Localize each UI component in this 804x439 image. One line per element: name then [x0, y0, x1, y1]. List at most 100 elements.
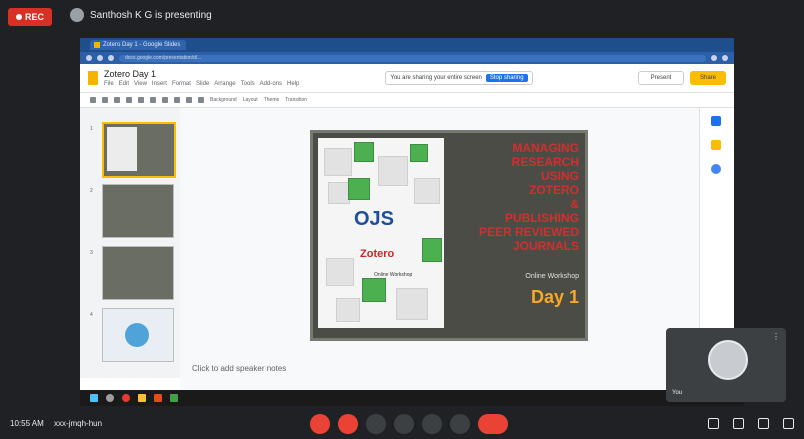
thumb-number: 4	[90, 312, 93, 318]
calendar-icon[interactable]	[711, 116, 721, 126]
windows-taskbar	[80, 390, 744, 406]
activities-icon[interactable]	[783, 418, 794, 429]
google-slides-logo-icon[interactable]	[88, 71, 98, 85]
self-avatar	[708, 340, 748, 380]
browser-tab[interactable]: Zotero Day 1 - Google Slides	[90, 40, 186, 50]
chat-icon[interactable]	[758, 418, 769, 429]
powerpoint-icon[interactable]	[154, 394, 162, 402]
title-line: PEER REVIEWED	[478, 225, 579, 239]
slide-canvas: OJS Zotero Online Workshop MANAGING RESE…	[180, 108, 700, 390]
select-icon[interactable]	[150, 97, 156, 103]
menu-bar: File Edit View Insert Format Slide Arran…	[104, 81, 299, 87]
share-button[interactable]: Share	[690, 71, 726, 85]
slide-cube-graphic: OJS Zotero Online Workshop	[318, 138, 444, 328]
captions-icon[interactable]	[366, 414, 386, 434]
meet-bottom-bar: 10:55 AM xxx-jmqh-hun	[0, 406, 804, 439]
self-view-name: You	[672, 390, 683, 396]
tasks-icon[interactable]	[711, 164, 721, 174]
menu-file[interactable]: File	[104, 81, 114, 87]
stop-sharing-button[interactable]: Stop sharing	[485, 74, 528, 82]
toolbar-background[interactable]: Background	[210, 97, 237, 103]
print-icon[interactable]	[126, 97, 132, 103]
reload-icon[interactable]	[108, 55, 114, 61]
back-icon[interactable]	[86, 55, 92, 61]
windows-start-icon[interactable]	[90, 394, 98, 402]
shape-icon[interactable]	[186, 97, 192, 103]
line-icon[interactable]	[198, 97, 204, 103]
more-icon[interactable]	[450, 414, 470, 434]
slides-favicon-icon	[94, 42, 100, 48]
share-banner-text: You are sharing your entire screen	[390, 75, 482, 81]
side-controls	[708, 418, 794, 429]
redo-icon[interactable]	[114, 97, 120, 103]
menu-slide[interactable]: Slide	[196, 81, 209, 87]
people-icon[interactable]	[733, 418, 744, 429]
recording-badge: REC	[8, 8, 52, 26]
presenter-indicator: Santhosh K G is presenting	[70, 8, 212, 22]
present-button[interactable]: Present	[638, 71, 684, 85]
rec-label: REC	[24, 12, 44, 22]
file-explorer-icon[interactable]	[138, 394, 146, 402]
tab-title: Zotero Day 1 - Google Slides	[103, 42, 181, 48]
slide-thumbnail-4[interactable]	[102, 308, 174, 362]
more-options-icon[interactable]: ⋮	[772, 332, 780, 341]
slide-thumbnail-1[interactable]	[102, 122, 176, 178]
ojs-logo: OJS	[354, 208, 395, 230]
forward-icon[interactable]	[97, 55, 103, 61]
text-box-icon[interactable]	[162, 97, 168, 103]
extensions-icon[interactable]	[711, 55, 717, 61]
menu-addons[interactable]: Add-ons	[260, 81, 282, 87]
search-icon[interactable]	[106, 394, 114, 402]
clock-text: 10:55 AM	[10, 419, 44, 428]
slide-thumbnail-3[interactable]	[102, 246, 174, 300]
menu-insert[interactable]: Insert	[152, 81, 167, 87]
toolbar-transition[interactable]: Transition	[285, 97, 307, 103]
meet-top-bar: REC Santhosh K G is presenting	[0, 0, 804, 34]
profile-icon[interactable]	[722, 55, 728, 61]
undo-icon[interactable]	[102, 97, 108, 103]
microphone-off-icon[interactable]	[310, 414, 330, 434]
menu-help[interactable]: Help	[287, 81, 299, 87]
toolbar-theme[interactable]: Theme	[264, 97, 280, 103]
slide-small-text: Online Workshop	[374, 272, 413, 278]
info-icon[interactable]	[708, 418, 719, 429]
meeting-code: xxx-jmqh-hun	[54, 419, 103, 428]
raise-hand-icon[interactable]	[394, 414, 414, 434]
menu-tools[interactable]: Tools	[241, 81, 255, 87]
app-icon[interactable]	[170, 394, 178, 402]
present-screen-icon[interactable]	[422, 414, 442, 434]
title-line: &	[570, 197, 579, 211]
meeting-time: 10:55 AM xxx-jmqh-hun	[10, 419, 102, 428]
slide-title: MANAGING RESEARCH USING ZOTERO & PUBLISH…	[455, 141, 579, 253]
slide-subtitle: Online Workshop	[525, 273, 579, 280]
current-slide[interactable]: OJS Zotero Online Workshop MANAGING RESE…	[310, 130, 588, 341]
image-icon[interactable]	[174, 97, 180, 103]
slide-thumbnail-2[interactable]	[102, 184, 174, 238]
call-controls	[310, 414, 508, 434]
speaker-notes[interactable]: Click to add speaker notes	[192, 364, 286, 373]
thumb-number: 1	[90, 126, 93, 132]
menu-arrange[interactable]: Arrange	[214, 81, 235, 87]
self-view-tile[interactable]: You ⋮	[666, 328, 786, 402]
zoom-icon[interactable]	[138, 97, 144, 103]
title-line: RESEARCH	[511, 155, 579, 169]
address-bar[interactable]: docs.google.com/presentation/d/...	[119, 54, 706, 62]
toolbar-layout[interactable]: Layout	[243, 97, 258, 103]
shared-browser-window: Zotero Day 1 - Google Slides docs.google…	[80, 38, 734, 390]
end-call-button[interactable]	[478, 414, 508, 434]
thumb-number: 3	[90, 250, 93, 256]
thumb-number: 2	[90, 188, 93, 194]
title-line: PUBLISHING	[504, 211, 579, 225]
record-dot-icon	[15, 14, 22, 20]
camera-off-icon[interactable]	[338, 414, 358, 434]
menu-format[interactable]: Format	[172, 81, 191, 87]
menu-edit[interactable]: Edit	[119, 81, 129, 87]
presenter-text: Santhosh K G is presenting	[90, 9, 212, 21]
menu-view[interactable]: View	[134, 81, 147, 87]
chrome-icon[interactable]	[122, 394, 130, 402]
document-title[interactable]: Zotero Day 1	[104, 69, 299, 79]
browser-toolbar: docs.google.com/presentation/d/...	[80, 52, 734, 64]
formatting-toolbar: Background Layout Theme Transition	[80, 93, 734, 108]
add-slide-icon[interactable]	[90, 97, 96, 103]
keep-icon[interactable]	[711, 140, 721, 150]
